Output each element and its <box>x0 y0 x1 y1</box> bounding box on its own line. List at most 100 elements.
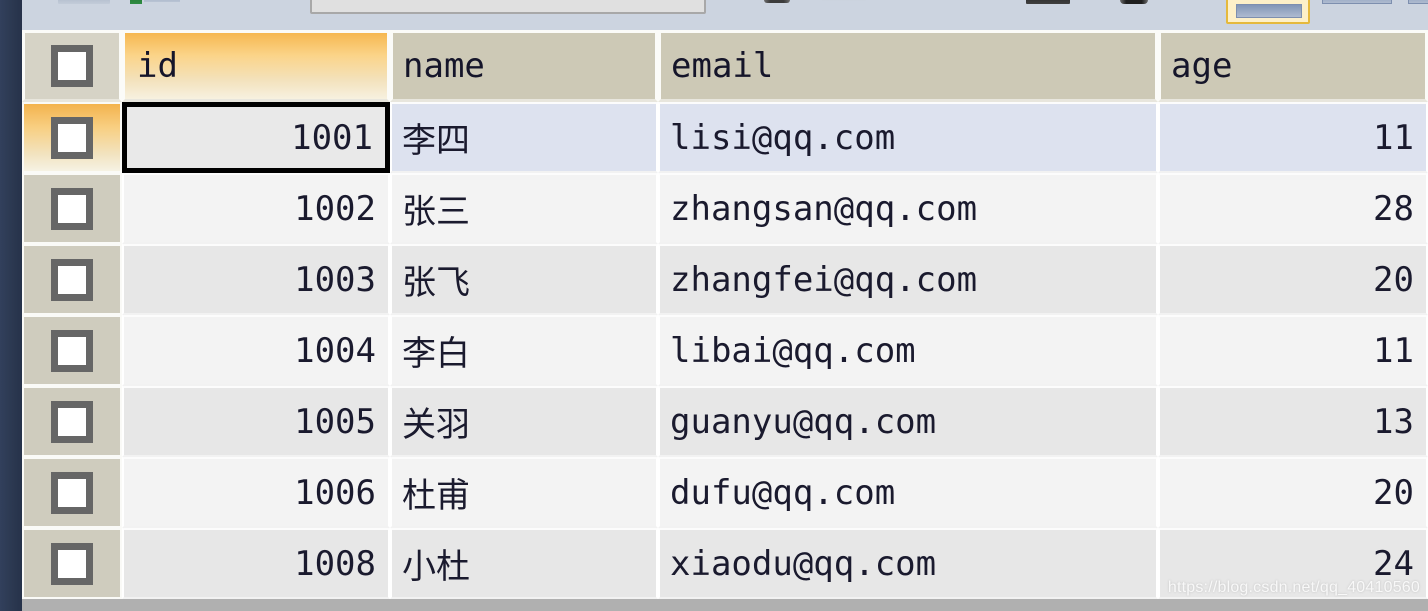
cell-name-value: 李白 <box>402 334 470 374</box>
cell-age[interactable]: 13 <box>1158 386 1428 457</box>
cell-age[interactable]: 20 <box>1158 244 1428 315</box>
cell-email[interactable]: guanyu@qq.com <box>658 386 1158 457</box>
cell-age[interactable]: 28 <box>1158 173 1428 244</box>
query-combo-input[interactable] <box>310 0 706 14</box>
sort-icon[interactable] <box>764 0 790 3</box>
view-selected-icon[interactable] <box>1226 0 1310 24</box>
cell-name-value: 小杜 <box>402 547 470 587</box>
cell-name[interactable]: 小杜 <box>390 528 658 599</box>
select-all-checkbox[interactable] <box>51 45 93 87</box>
column-header-id[interactable]: id <box>122 30 390 102</box>
cell-email-value: xiaodu@qq.com <box>670 543 937 584</box>
select-all-header-cell[interactable] <box>22 30 122 102</box>
row-checkbox[interactable] <box>51 329 93 372</box>
cell-name[interactable]: 李四 <box>390 102 658 173</box>
cell-age-value: 28 <box>1373 188 1414 229</box>
left-rail-surface <box>0 0 22 611</box>
column-header-id-label: id <box>137 46 178 86</box>
cell-email[interactable]: xiaodu@qq.com <box>658 528 1158 599</box>
cell-name[interactable]: 张三 <box>390 173 658 244</box>
row-selector-cell[interactable] <box>22 244 122 315</box>
cell-name-value: 张飞 <box>402 263 470 303</box>
row-selector-cell[interactable] <box>22 173 122 244</box>
database-grid-window: id name email age 1001 李四 lisi@qq.com 11… <box>0 0 1428 611</box>
cell-id-value: 1008 <box>294 543 376 584</box>
cell-age[interactable]: 20 <box>1158 457 1428 528</box>
row-checkbox[interactable] <box>51 542 93 585</box>
cell-id[interactable]: 1008 <box>122 528 390 599</box>
grid-header-row: id name email age <box>22 30 1428 102</box>
cell-email-value: libai@qq.com <box>670 330 916 371</box>
table-row[interactable]: 1003 张飞 zhangfei@qq.com 20 <box>22 244 1428 315</box>
cell-age-value: 13 <box>1373 401 1414 442</box>
cell-name-value: 张三 <box>402 192 470 232</box>
cell-email[interactable]: zhangsan@qq.com <box>658 173 1158 244</box>
pin-icon[interactable] <box>1120 0 1148 4</box>
row-checkbox[interactable] <box>51 471 93 514</box>
cell-email-value: zhangfei@qq.com <box>670 259 978 300</box>
view-selected-glyph <box>1236 4 1302 18</box>
left-rail <box>0 0 22 611</box>
cell-id[interactable]: 1001 <box>122 102 390 173</box>
grid-icon[interactable] <box>58 0 110 4</box>
cell-age[interactable]: 11 <box>1158 102 1428 173</box>
data-grid[interactable]: id name email age 1001 李四 lisi@qq.com 11… <box>22 30 1428 611</box>
cell-id[interactable]: 1005 <box>122 386 390 457</box>
row-selector-cell[interactable] <box>22 102 122 173</box>
table-row[interactable]: 1006 杜甫 dufu@qq.com 20 <box>22 457 1428 528</box>
cell-id-value: 1002 <box>294 188 376 229</box>
cell-id[interactable]: 1004 <box>122 315 390 386</box>
cell-id-value: 1003 <box>294 259 376 300</box>
refresh-icon[interactable] <box>130 0 142 4</box>
row-selector-cell[interactable] <box>22 457 122 528</box>
cell-email[interactable]: libai@qq.com <box>658 315 1158 386</box>
column-header-name[interactable]: name <box>390 30 658 102</box>
cell-name[interactable]: 杜甫 <box>390 457 658 528</box>
cell-name-value: 李四 <box>402 121 470 161</box>
cell-email[interactable]: lisi@qq.com <box>658 102 1158 173</box>
cell-age[interactable]: 11 <box>1158 315 1428 386</box>
table-row[interactable]: 1001 李四 lisi@qq.com 11 <box>22 102 1428 173</box>
cell-email-value: lisi@qq.com <box>670 117 896 158</box>
cell-email[interactable]: zhangfei@qq.com <box>658 244 1158 315</box>
cell-name[interactable]: 关羽 <box>390 386 658 457</box>
column-header-age-label: age <box>1171 46 1233 86</box>
cell-id-value: 1005 <box>294 401 376 442</box>
toolbar[interactable] <box>22 0 1428 30</box>
cell-id-value: 1004 <box>294 330 376 371</box>
cell-age-value: 20 <box>1373 472 1414 513</box>
print-icon[interactable] <box>1026 0 1070 4</box>
row-selector-cell[interactable] <box>22 528 122 599</box>
row-selector-cell[interactable] <box>22 386 122 457</box>
row-selector-cell[interactable] <box>22 315 122 386</box>
cell-name-value: 杜甫 <box>402 476 470 516</box>
cell-id[interactable]: 1006 <box>122 457 390 528</box>
column-header-name-label: name <box>403 46 485 86</box>
cell-age-value: 11 <box>1373 117 1414 158</box>
table-row[interactable]: 1004 李白 libai@qq.com 11 <box>22 315 1428 386</box>
view-icon[interactable] <box>1322 0 1392 4</box>
cell-age-value: 24 <box>1373 543 1414 584</box>
row-checkbox[interactable] <box>51 187 93 230</box>
cell-age[interactable]: 24 <box>1158 528 1428 599</box>
cell-email-value: guanyu@qq.com <box>670 401 937 442</box>
cell-id[interactable]: 1003 <box>122 244 390 315</box>
cell-name[interactable]: 李白 <box>390 315 658 386</box>
row-checkbox[interactable] <box>51 116 93 159</box>
column-header-email[interactable]: email <box>658 30 1158 102</box>
filter-icon[interactable] <box>144 0 180 2</box>
panel-icon[interactable] <box>1408 0 1428 4</box>
table-row[interactable]: 1002 张三 zhangsan@qq.com 28 <box>22 173 1428 244</box>
row-checkbox[interactable] <box>51 400 93 443</box>
cell-email-value: dufu@qq.com <box>670 472 896 513</box>
cell-email[interactable]: dufu@qq.com <box>658 457 1158 528</box>
row-checkbox[interactable] <box>51 258 93 301</box>
export-icon[interactable] <box>822 0 866 1</box>
table-row[interactable]: 1005 关羽 guanyu@qq.com 13 <box>22 386 1428 457</box>
table-row[interactable]: 1008 小杜 xiaodu@qq.com 24 <box>22 528 1428 599</box>
cell-age-value: 20 <box>1373 259 1414 300</box>
cell-name[interactable]: 张飞 <box>390 244 658 315</box>
cell-id[interactable]: 1002 <box>122 173 390 244</box>
column-header-age[interactable]: age <box>1158 30 1428 102</box>
column-header-email-label: email <box>671 46 774 86</box>
